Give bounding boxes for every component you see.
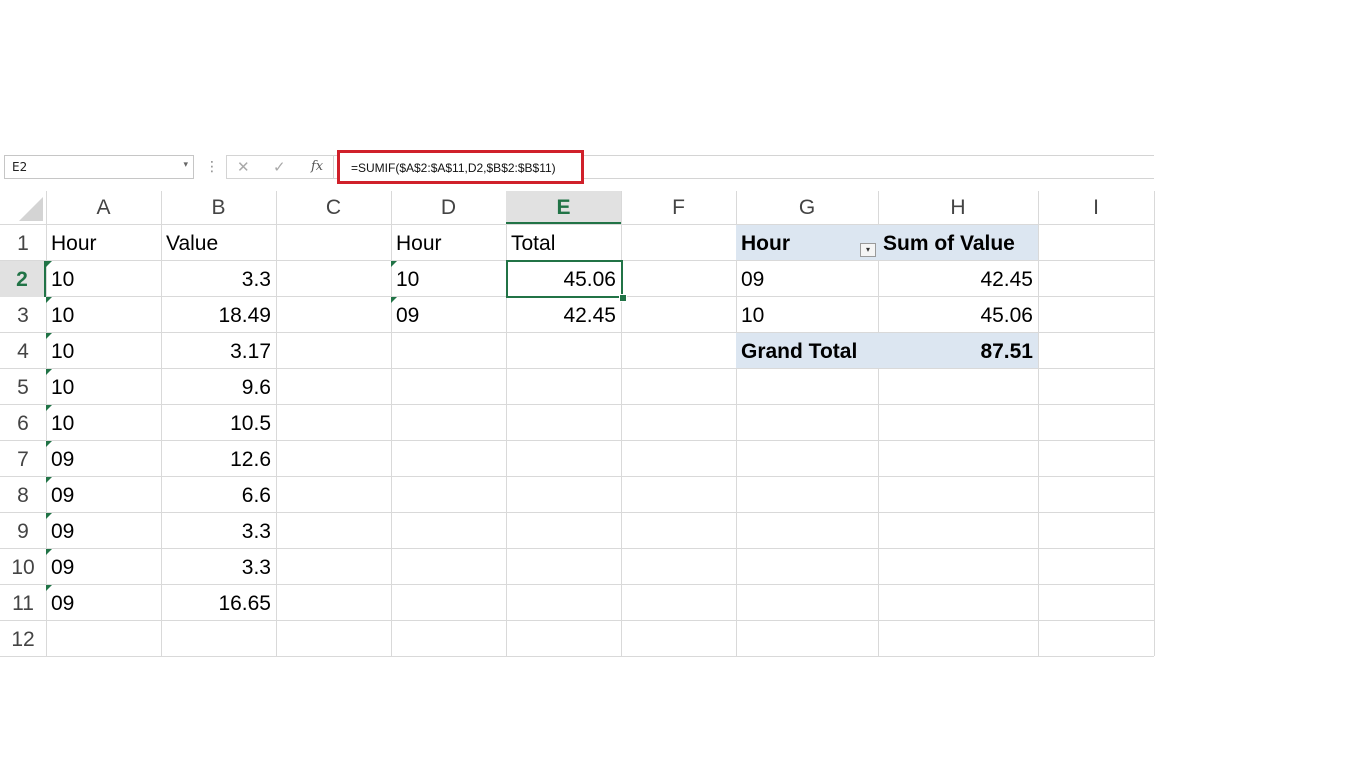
row-header-10[interactable]: 10 [0,549,46,585]
pivot-grand-total-label[interactable]: Grand Total [736,333,878,369]
table-cell-value[interactable]: 10.5 [161,405,276,441]
table-cell-hour[interactable]: 09 [46,477,161,513]
name-box[interactable]: E2 ▾ [4,155,194,179]
fill-handle[interactable] [619,294,627,302]
column-header-d[interactable]: D [391,191,506,224]
header-cell[interactable]: Value [161,225,276,261]
table-cell-value[interactable]: 3.17 [161,333,276,369]
enter-icon[interactable]: ✓ [273,158,286,176]
column-header-f[interactable]: F [621,191,736,224]
table-cell-hour[interactable]: 10 [46,405,161,441]
table-cell-hour[interactable]: 10 [46,261,161,297]
row-header-4[interactable]: 4 [0,333,46,369]
formula-highlight-box: =SUMIF($A$2:$A$11,D2,$B$2:$B$11) [337,150,584,184]
gridline-horizontal [0,656,1154,657]
pivot-grand-total-value[interactable]: 87.51 [878,333,1038,369]
column-header-i[interactable]: I [1038,191,1154,224]
row-header-9[interactable]: 9 [0,513,46,549]
table-cell-hour[interactable]: 10 [391,261,506,297]
filter-dropdown-icon[interactable]: ▾ [860,243,876,257]
cancel-icon[interactable]: ✕ [237,158,250,176]
name-box-value: E2 [12,160,28,174]
pivot-cell-value[interactable]: 42.45 [878,261,1038,297]
insert-function-icon[interactable]: fx [311,158,323,176]
pivot-cell-hour[interactable]: 10 [736,297,878,333]
row-header-11[interactable]: 11 [0,585,46,621]
table-cell-hour[interactable]: 09 [46,441,161,477]
table-cell-hour[interactable]: 09 [46,513,161,549]
header-cell[interactable]: Hour [46,225,161,261]
formula-text[interactable]: =SUMIF($A$2:$A$11,D2,$B$2:$B$11) [351,161,556,175]
header-cell[interactable]: Hour [391,225,506,261]
header-cell[interactable]: Total [506,225,621,261]
pivot-cell-value[interactable]: 45.06 [878,297,1038,333]
table-cell-hour[interactable]: 10 [46,333,161,369]
pivot-header-sum[interactable]: Sum of Value [878,225,1038,261]
pivot-header-hour[interactable]: Hour [736,225,878,261]
column-header-g[interactable]: G [736,191,878,224]
row-header-1[interactable]: 1 [0,225,46,261]
name-box-dropdown-icon[interactable]: ▾ [183,160,188,170]
table-cell-value[interactable]: 6.6 [161,477,276,513]
row-header-2[interactable]: 2 [0,261,46,297]
table-cell-hour[interactable]: 09 [46,585,161,621]
row-header-8[interactable]: 8 [0,477,46,513]
column-header-b[interactable]: B [161,191,276,224]
table-cell-hour[interactable]: 09 [391,297,506,333]
table-cell-value[interactable]: 3.3 [161,513,276,549]
table-cell-value[interactable]: 16.65 [161,585,276,621]
column-header-e[interactable]: E [506,191,621,224]
table-cell-value[interactable]: 3.3 [161,549,276,585]
table-cell-hour[interactable]: 10 [46,369,161,405]
table-cell-hour[interactable]: 10 [46,297,161,333]
table-cell-value[interactable]: 18.49 [161,297,276,333]
row-header-5[interactable]: 5 [0,369,46,405]
active-cell-selection [506,260,623,298]
pivot-cell-hour[interactable]: 09 [736,261,878,297]
row-header-12[interactable]: 12 [0,621,46,657]
row-header-3[interactable]: 3 [0,297,46,333]
table-cell-value[interactable]: 3.3 [161,261,276,297]
column-header-c[interactable]: C [276,191,391,224]
select-all-button[interactable] [0,191,46,224]
column-header-a[interactable]: A [46,191,161,224]
column-header-h[interactable]: H [878,191,1038,224]
table-cell-total[interactable]: 42.45 [506,297,621,333]
formula-bar-resize-handle[interactable]: ⋮ [205,158,219,176]
table-cell-hour[interactable]: 09 [46,549,161,585]
row-header-7[interactable]: 7 [0,441,46,477]
table-cell-value[interactable]: 12.6 [161,441,276,477]
formula-bar-buttons: ✕ ✓ fx [226,155,334,179]
gridline-vertical [1154,191,1155,656]
table-cell-value[interactable]: 9.6 [161,369,276,405]
row-header-6[interactable]: 6 [0,405,46,441]
